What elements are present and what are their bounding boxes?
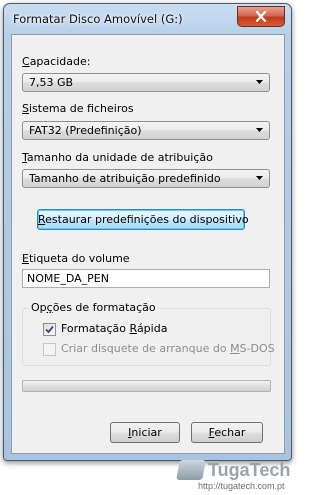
capacity-select[interactable]: 7,53 GB bbox=[22, 73, 270, 92]
format-progress-bar bbox=[22, 380, 271, 392]
restore-defaults-button[interactable]: Restaurar predefinições do dispositivo bbox=[37, 209, 249, 230]
quick-format-checkbox[interactable] bbox=[43, 323, 56, 336]
watermark-url: http://tugatech.com.pt bbox=[198, 481, 285, 491]
dialog-body: Capacidade: 7,53 GB Sistema de ficheiros… bbox=[11, 34, 285, 454]
filesystem-label: Sistema de ficheiros bbox=[22, 102, 134, 115]
allocation-label: Tamanho da unidade de atribuição bbox=[22, 151, 213, 164]
msdos-boot-label[interactable]: Criar disquete de arranque do MS-DOS bbox=[61, 342, 275, 355]
quick-format-label[interactable]: Formatação Rápida bbox=[61, 322, 167, 335]
close-window-button[interactable] bbox=[237, 6, 285, 27]
format-options-group: Opções de formatação Formatação Rápida C… bbox=[22, 301, 275, 366]
allocation-value: Tamanho de atribuição predefinido bbox=[29, 172, 221, 185]
close-button[interactable]: Fechar bbox=[191, 422, 263, 443]
tugatech-logo-icon bbox=[176, 460, 206, 480]
watermark-name: TugaTech bbox=[208, 460, 291, 480]
volume-label-label: Etiqueta do volume bbox=[22, 252, 130, 265]
checkmark-icon bbox=[45, 325, 54, 334]
filesystem-select[interactable]: FAT32 (Predefinição) bbox=[22, 121, 270, 140]
volume-label-input[interactable]: NOME_DA_PEN bbox=[22, 269, 270, 288]
capacity-label: Capacidade: bbox=[22, 55, 91, 68]
allocation-select[interactable]: Tamanho de atribuição predefinido bbox=[22, 169, 270, 188]
tugatech-watermark: TugaTech http://tugatech.com.pt bbox=[176, 460, 294, 493]
title-bar[interactable]: Formatar Disco Amovível (G:) bbox=[4, 4, 291, 34]
chevron-down-icon bbox=[256, 176, 263, 180]
filesystem-value: FAT32 (Predefinição) bbox=[29, 124, 142, 137]
chevron-down-icon bbox=[256, 128, 263, 132]
format-dialog: Formatar Disco Amovível (G:) Capacidade:… bbox=[3, 3, 292, 461]
close-icon bbox=[255, 11, 267, 22]
msdos-boot-checkbox[interactable] bbox=[43, 343, 56, 356]
window-title: Formatar Disco Amovível (G:) bbox=[13, 12, 183, 26]
chevron-down-icon bbox=[256, 80, 263, 84]
format-options-title: Opções de formatação bbox=[29, 301, 158, 314]
capacity-value: 7,53 GB bbox=[29, 76, 74, 89]
start-button[interactable]: Iniciar bbox=[110, 422, 180, 443]
